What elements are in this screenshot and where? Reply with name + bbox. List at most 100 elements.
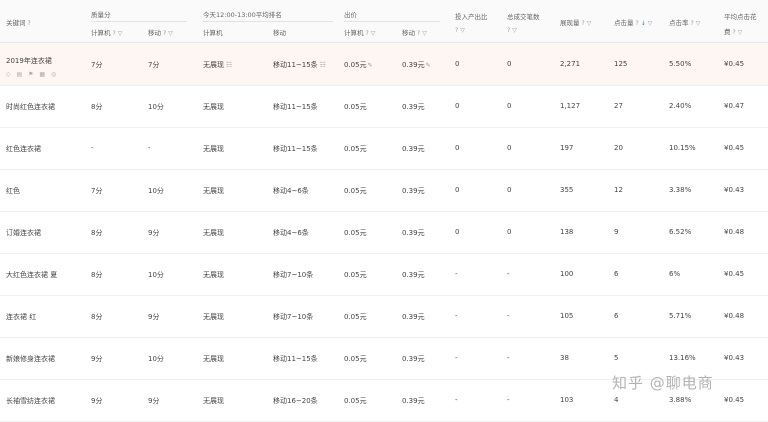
filter-icon[interactable]: ▽	[371, 30, 376, 37]
cell-rank-mobile: 移动16~20条	[273, 397, 318, 405]
cell-rank-pc: 无展现	[203, 397, 224, 405]
help-icon[interactable]: ?	[733, 29, 736, 36]
col-clicks: 点击量? ↓ ▽	[614, 19, 653, 27]
table-row[interactable]: 订婚连衣裙 8分 9分 无展现 移动4~6条 0.05元 0.39元 0 0 138 9 6.52% ¥…	[0, 211, 768, 254]
cell-clicks: 9	[614, 228, 619, 236]
filter-icon[interactable]: ▽	[738, 29, 743, 36]
sort-down-icon[interactable]: ↓	[641, 20, 646, 27]
cell-keyword[interactable]: 订婚连衣裙	[6, 228, 41, 238]
cell-rank-mobile: 移动11~15条	[273, 103, 318, 111]
col-ctr: 点击率? ▽	[669, 19, 701, 27]
cell-cpc: ¥0.48	[724, 312, 745, 320]
table-row[interactable]: 红色连衣裙 - - 无展现 移动11~15条 0.05元 0.39元 0 0 197 20 10.15…	[0, 127, 768, 170]
cell-impressions: 105	[560, 312, 574, 320]
table-row[interactable]: 连衣裙 红 8分 9分 无展现 移动7~10条 0.05元 0.39元 - - 105 6 5.71%…	[0, 295, 768, 338]
table-row[interactable]: 红色 7分 10分 无展现 移动4~6条 0.05元 0.39元 0 0 355 12 3.38% ¥0…	[0, 169, 768, 212]
cell-keyword[interactable]: 红色	[6, 186, 20, 196]
col-roi: 投入产出比	[455, 13, 488, 21]
cell-keyword[interactable]: 连衣裙 红	[6, 312, 36, 322]
cell-bid-pc: 0.05元	[344, 145, 367, 153]
cell-rank-mobile: 移动11~15条	[273, 145, 318, 153]
cell-roi: 0	[455, 144, 460, 152]
group-quality: 质量分	[91, 11, 111, 19]
cell-roi: 0	[455, 228, 460, 236]
cell-keyword[interactable]: 长袖雪纺连衣裙	[6, 396, 55, 406]
edit-bid-icon[interactable]: ✎	[368, 62, 373, 69]
filter-icon[interactable]: ▽	[168, 30, 173, 37]
cell-roi: -	[455, 270, 458, 278]
cell-cpc: ¥0.45	[724, 144, 745, 152]
help-icon[interactable]: ?	[455, 27, 458, 34]
cell-impressions: 103	[560, 396, 574, 404]
cell-rank-pc: 无展现	[203, 229, 224, 237]
row-action-icons[interactable]: ◇ ▤ ⚑ ▦ ◎	[6, 71, 58, 78]
cell-ctr: 3.38%	[669, 186, 692, 194]
cell-bid-mobile: 0.39元	[402, 103, 425, 111]
cell-q-pc: 8分	[91, 313, 103, 321]
cell-deals: -	[507, 270, 510, 278]
cell-deals: 0	[507, 186, 512, 194]
cell-keyword[interactable]: 时尚红色连衣裙	[6, 102, 55, 112]
filter-icon[interactable]: ▽	[118, 30, 123, 37]
group-rank: 今天12:00-13:00平均排名	[203, 11, 282, 19]
table-row[interactable]: 2019年连衣裙 7分 7分 无展现 ☷ 移动11~15条 ☷ 0.05元✎ 0.39元✎ 0 0 2…	[0, 43, 768, 86]
help-icon[interactable]: ?	[636, 20, 639, 27]
cell-q-mobile: 9分	[148, 397, 160, 405]
cell-keyword[interactable]: 大红色连衣裙 夏	[6, 270, 57, 280]
help-icon[interactable]: ?	[28, 20, 31, 27]
edit-bid-icon[interactable]: ✎	[426, 62, 431, 69]
filter-icon[interactable]: ▽	[512, 27, 517, 34]
filter-icon[interactable]: ▽	[587, 20, 592, 27]
cell-impressions: 100	[560, 270, 574, 278]
help-icon[interactable]: ?	[113, 30, 116, 37]
help-icon[interactable]: ?	[417, 30, 420, 37]
cell-cpc: ¥0.45	[724, 270, 745, 278]
cell-keyword[interactable]: 红色连衣裙	[6, 144, 41, 154]
cell-roi: -	[455, 396, 458, 404]
cell-roi: -	[455, 312, 458, 320]
table-row[interactable]: 大红色连衣裙 夏 8分 10分 无展现 移动7~10条 0.05元 0.39元 - - 100 6 6…	[0, 253, 768, 296]
cell-ctr: 3.88%	[669, 396, 692, 404]
cell-impressions: 355	[560, 186, 574, 194]
filter-icon[interactable]: ▽	[460, 27, 465, 34]
help-icon[interactable]: ?	[582, 20, 585, 27]
filter-icon[interactable]: ▽	[422, 30, 427, 37]
cell-roi: 0	[455, 186, 460, 194]
cell-cpc: ¥0.48	[724, 228, 745, 236]
cell-rank-pc: 无展现	[203, 271, 224, 279]
cell-keyword[interactable]: 2019年连衣裙	[6, 56, 52, 66]
group-bid: 出价	[344, 11, 357, 19]
cell-impressions: 138	[560, 228, 574, 236]
cell-clicks: 27	[614, 102, 623, 110]
table-row[interactable]: 时尚红色连衣裙 8分 10分 无展现 移动11~15条 0.05元 0.39元 0 0 1,127…	[0, 85, 768, 128]
cell-deals: -	[507, 396, 510, 404]
filter-icon[interactable]: ▽	[648, 20, 653, 27]
help-icon[interactable]: ?	[691, 20, 694, 27]
cell-q-pc: 8分	[91, 229, 103, 237]
cell-q-pc: 8分	[91, 271, 103, 279]
cell-cpc: ¥0.43	[724, 354, 745, 362]
rank-detail-icon[interactable]: ☷	[226, 61, 232, 69]
col-rank-mobile: 移动	[273, 29, 286, 37]
cell-keyword[interactable]: 新娘修身连衣裙	[6, 354, 55, 364]
help-icon[interactable]: ?	[366, 30, 369, 37]
cell-ctr: 10.15%	[669, 144, 696, 152]
cell-bid-pc: 0.05元	[344, 103, 367, 111]
cell-clicks: 4	[614, 396, 619, 404]
cell-clicks: 12	[614, 186, 623, 194]
cell-deals: 0	[507, 60, 512, 68]
cell-q-pc: 7分	[91, 61, 103, 69]
cell-rank-mobile: 移动4~6条	[273, 187, 309, 195]
filter-icon[interactable]: ▽	[696, 20, 701, 27]
cell-q-mobile: 10分	[148, 187, 164, 195]
help-icon[interactable]: ?	[163, 30, 166, 37]
col-rank-pc: 计算机	[203, 29, 223, 37]
help-icon[interactable]: ?	[507, 27, 510, 34]
col-deals: 总成交笔数	[507, 13, 540, 21]
cell-bid-pc: 0.05元	[344, 187, 367, 195]
cell-q-mobile: 10分	[148, 103, 164, 111]
cell-bid-mobile: 0.39元	[402, 145, 425, 153]
cell-q-mobile: 10分	[148, 355, 164, 363]
rank-detail-icon[interactable]: ☷	[320, 61, 326, 69]
cell-rank-pc: 无展现	[203, 355, 224, 363]
